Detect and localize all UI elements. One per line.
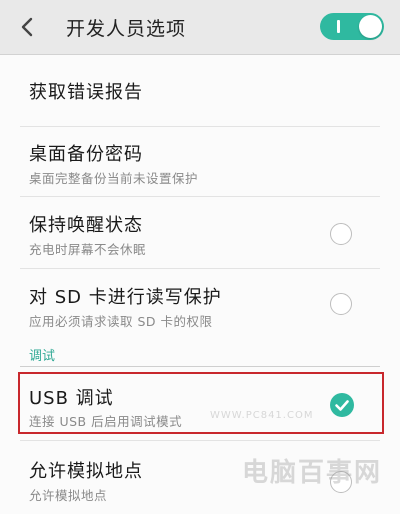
section-header-debug: 调试 — [29, 349, 56, 364]
sd-protect-checkbox[interactable] — [330, 293, 352, 315]
item-title: 对 SD 卡进行读写保护 — [29, 287, 222, 308]
page-title: 开发人员选项 — [66, 18, 187, 40]
app-bar: 开发人员选项 — [0, 0, 400, 55]
list-item-bug-report[interactable]: 获取错误报告 — [0, 54, 400, 126]
toggle-on-indicator — [337, 20, 340, 33]
list-item-sd-protect[interactable]: 对 SD 卡进行读写保护 应用必须请求读取 SD 卡的权限 — [0, 269, 400, 337]
developer-options-toggle[interactable] — [320, 13, 384, 40]
item-title: 获取错误报告 — [29, 82, 143, 103]
toggle-knob — [359, 15, 382, 38]
chevron-left-icon[interactable] — [14, 13, 42, 41]
watermark-url: WWW.PC841.COM — [210, 410, 314, 421]
item-subtitle: 桌面完整备份当前未设置保护 — [29, 171, 199, 186]
watermark-logo: 电脑百事网 — [242, 458, 383, 488]
stay-awake-checkbox[interactable] — [330, 223, 352, 245]
list-item-backup-password[interactable]: 桌面备份密码 桌面完整备份当前未设置保护 — [0, 127, 400, 195]
item-subtitle: 充电时屏幕不会休眠 — [29, 242, 147, 257]
item-title: 桌面备份密码 — [29, 144, 143, 165]
item-title: 允许模拟地点 — [29, 461, 143, 482]
section-divider — [20, 366, 380, 367]
item-title: 保持唤醒状态 — [29, 215, 143, 236]
usb-debugging-highlight-box — [18, 372, 384, 434]
list-item-stay-awake[interactable]: 保持唤醒状态 充电时屏幕不会休眠 — [0, 197, 400, 267]
item-subtitle: 允许模拟地点 — [29, 488, 108, 503]
item-subtitle: 应用必须请求读取 SD 卡的权限 — [29, 314, 213, 329]
